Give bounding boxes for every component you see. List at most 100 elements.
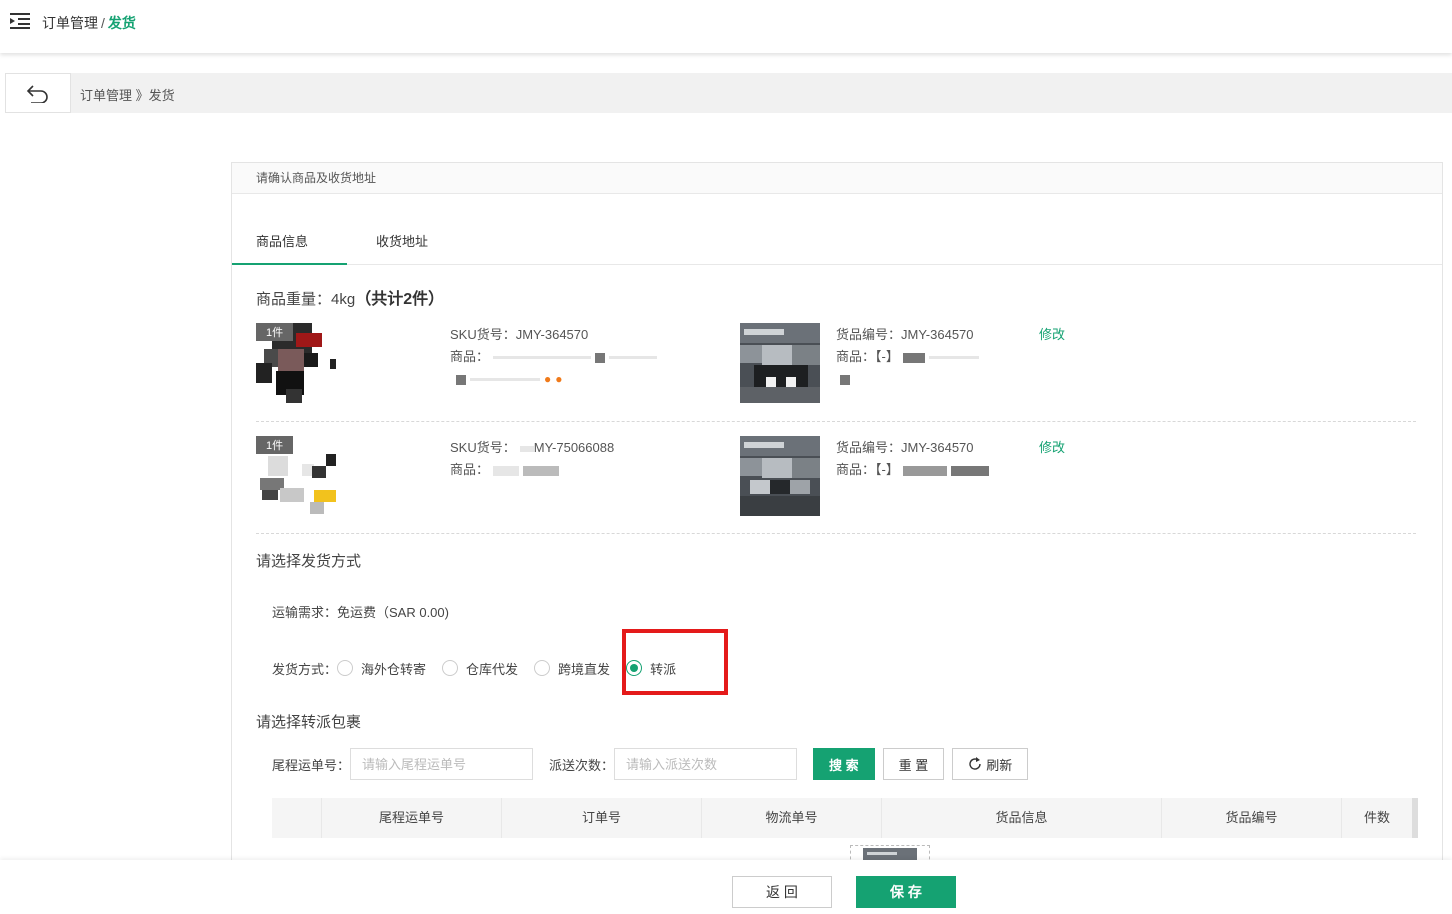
refresh-label: 刷新 bbox=[986, 757, 1013, 773]
goods-product-label: 商品：【-】 bbox=[836, 462, 899, 477]
goods-info: 货品编号：JMY-364570 商品：【-】 bbox=[836, 437, 989, 481]
table-header-cell: 件数 bbox=[1363, 810, 1390, 825]
blurred-text bbox=[493, 356, 592, 360]
tracking-number-input[interactable] bbox=[350, 748, 534, 780]
refresh-button[interactable]: 刷新 bbox=[952, 748, 1029, 780]
product-name-line-2: ● ● bbox=[450, 368, 657, 390]
goods-image bbox=[740, 323, 820, 403]
breadcrumb-parent[interactable]: 订单管理 bbox=[42, 15, 98, 31]
panel-header: 请确认商品及收货地址 bbox=[232, 163, 1442, 194]
product-name-line: 商品： bbox=[450, 459, 614, 481]
row-divider bbox=[256, 421, 1416, 422]
blurred-text bbox=[470, 378, 540, 382]
goods-product-label: 商品：【-】 bbox=[836, 349, 899, 364]
table-header-cell: 尾程运单号 bbox=[322, 798, 502, 838]
table-header-cell: 订单号 bbox=[502, 798, 702, 838]
table-header-cell: 货品信息 bbox=[882, 798, 1162, 838]
goods-product-line: 商品：【-】 bbox=[836, 459, 989, 481]
product-image: 1件 bbox=[256, 323, 336, 403]
radio-cross-border-direct[interactable]: 跨境直发 bbox=[534, 659, 610, 678]
back-button[interactable] bbox=[5, 73, 71, 113]
product-name-line: 商品： bbox=[450, 346, 658, 368]
blurred-text bbox=[609, 356, 658, 360]
sku-info: SKU货号：JMY-364570 商品： ● ● bbox=[450, 324, 658, 390]
quantity-badge: 1件 bbox=[256, 323, 294, 341]
tab-goods-info[interactable]: 商品信息 bbox=[232, 231, 347, 265]
top-breadcrumb: 订单管理 / 发货 bbox=[42, 13, 136, 33]
confirm-panel: 请确认商品及收货地址 商品信息 收货地址 商品重量：4kg（共计2件） 1件 S… bbox=[231, 162, 1443, 882]
radio-circle[interactable] bbox=[337, 660, 354, 676]
shipping-method-title: 请选择发货方式 bbox=[256, 553, 362, 570]
blurred-text bbox=[523, 465, 560, 476]
sub-bar: 订单管理 》发货 bbox=[5, 73, 1452, 113]
reset-button[interactable]: 重 置 bbox=[882, 748, 945, 780]
goods-weight: 商品重量：4kg（共计2件） bbox=[256, 285, 444, 309]
weight-total: （共计2件） bbox=[355, 291, 445, 308]
highlight-box bbox=[622, 629, 728, 695]
transfer-table-header: 尾程运单号 订单号 物流单号 货品信息 货品编号 件数 bbox=[272, 798, 1418, 838]
goods-image bbox=[740, 436, 820, 516]
ship-method-label: 发货方式： bbox=[272, 661, 338, 677]
blurred-text bbox=[928, 356, 979, 360]
sub-breadcrumb: 订单管理 》发货 bbox=[80, 88, 175, 103]
save-button[interactable]: 保 存 bbox=[856, 876, 956, 908]
blurred-text bbox=[595, 352, 606, 363]
breadcrumb-separator: / bbox=[101, 15, 105, 31]
tab-bar: 商品信息 收货地址 bbox=[232, 231, 1442, 265]
radio-label: 仓库代发 bbox=[466, 661, 519, 677]
tracking-label: 尾程运单号： bbox=[272, 757, 351, 773]
radio-label: 跨境直发 bbox=[558, 661, 611, 677]
top-bar: 订单管理 / 发货 bbox=[0, 0, 1452, 53]
radio-circle[interactable] bbox=[442, 660, 459, 676]
radio-warehouse-dropship[interactable]: 仓库代发 bbox=[442, 659, 518, 678]
fire-icon: ● bbox=[555, 372, 563, 386]
edit-link[interactable]: 修改 bbox=[1039, 324, 1065, 346]
sku-value: MY-75066088 bbox=[533, 440, 615, 455]
return-button[interactable]: 返 回 bbox=[732, 876, 832, 908]
blurred-text bbox=[950, 465, 989, 476]
quantity-badge: 1件 bbox=[256, 436, 294, 454]
blurred-text bbox=[902, 465, 947, 476]
goods-product-line-2 bbox=[836, 368, 979, 390]
product-label: 商品： bbox=[450, 462, 490, 477]
sku-label: SKU货号： bbox=[450, 440, 516, 455]
sku-label: SKU货号：JMY-364570 bbox=[450, 327, 589, 342]
tab-shipping-address[interactable]: 收货地址 bbox=[376, 231, 428, 265]
table-header-cell: 物流单号 bbox=[702, 798, 882, 838]
table-header-cell: 货品编号 bbox=[1162, 798, 1342, 838]
transfer-package-title: 请选择转派包裹 bbox=[256, 714, 362, 731]
blurred-text bbox=[456, 374, 466, 385]
blurred-text bbox=[840, 374, 850, 385]
footer-bar: 返 回 保 存 bbox=[0, 860, 1452, 914]
search-button[interactable]: 搜 索 bbox=[813, 748, 875, 780]
product-label: 商品： bbox=[450, 349, 490, 364]
blurred-text bbox=[902, 352, 925, 363]
sku-line: SKU货号： MY-75066088 bbox=[450, 437, 614, 459]
delivery-times-input[interactable] bbox=[614, 748, 798, 780]
radio-circle[interactable] bbox=[534, 660, 551, 676]
row-divider bbox=[256, 533, 1416, 534]
goods-number-label: 货品编号：JMY-364570 bbox=[836, 327, 974, 342]
goods-number-label: 货品编号：JMY-364570 bbox=[836, 440, 974, 455]
edit-link[interactable]: 修改 bbox=[1039, 437, 1065, 459]
blurred-text bbox=[493, 465, 520, 476]
delivery-times-label: 派送次数： bbox=[549, 757, 615, 773]
radio-overseas-forward[interactable]: 海外仓转寄 bbox=[337, 659, 426, 678]
goods-product-line: 商品：【-】 bbox=[836, 346, 979, 368]
goods-info: 货品编号：JMY-364570 商品：【-】 bbox=[836, 324, 979, 390]
breadcrumb-current: 发货 bbox=[107, 15, 136, 31]
table-header-checkbox-col bbox=[272, 798, 322, 838]
item-row: 1件 SKU货号：JMY-364570 商品： ● ● 货品编号：JMY-3645… bbox=[256, 323, 1416, 421]
filter-bar: 尾程运单号： 派送次数： 搜 索 重 置 刷新 bbox=[272, 748, 1036, 780]
fire-icon: ● bbox=[544, 372, 552, 386]
refresh-icon bbox=[969, 757, 981, 770]
item-row: 1件 SKU货号： MY-75066088 商品： 货品编号：JMY-364570… bbox=[256, 436, 1416, 534]
blurred-text bbox=[519, 445, 534, 452]
transport-requirement: 运输需求：免运费（SAR 0.00) bbox=[272, 605, 449, 620]
radio-label: 海外仓转寄 bbox=[361, 661, 427, 677]
undo-arrow-icon bbox=[26, 85, 48, 103]
sku-info: SKU货号： MY-75066088 商品： bbox=[450, 437, 614, 481]
weight-label: 商品重量：4kg bbox=[256, 291, 356, 308]
menu-fold-icon[interactable] bbox=[10, 12, 30, 30]
product-image: 1件 bbox=[256, 436, 336, 516]
